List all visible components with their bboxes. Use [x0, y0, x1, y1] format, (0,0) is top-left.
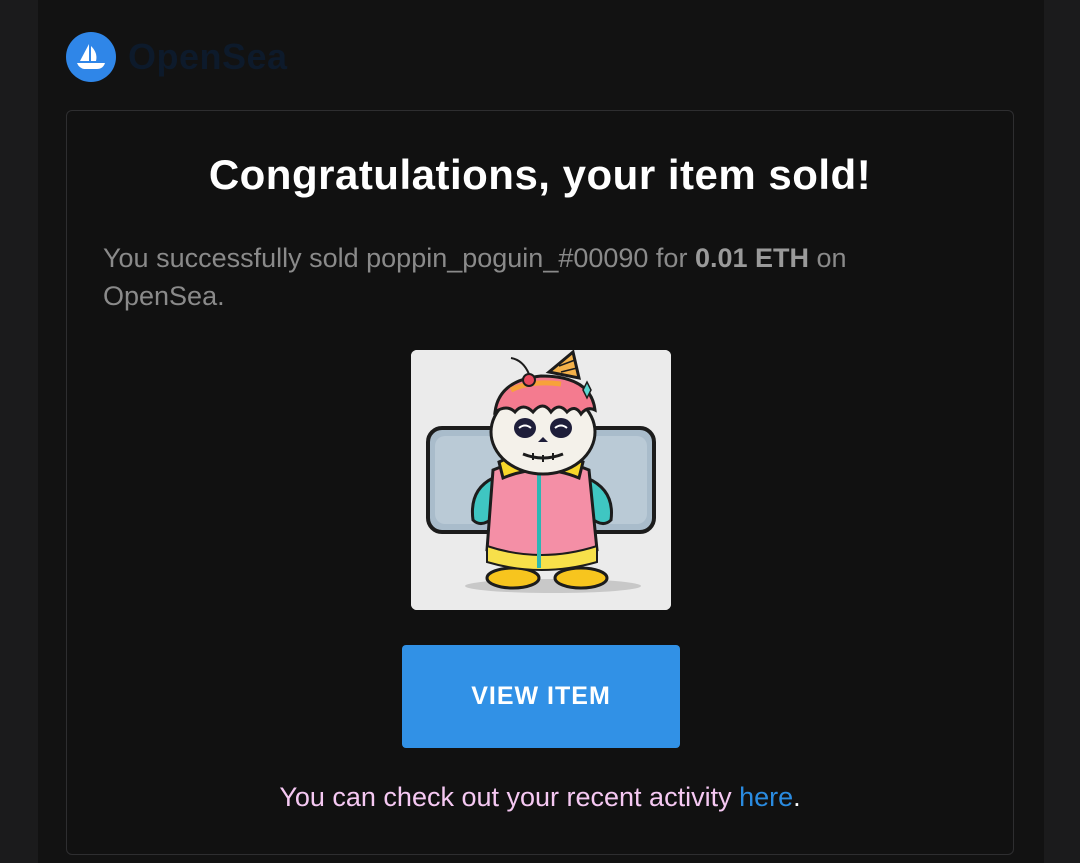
sale-price: 0.01 ETH — [694, 243, 810, 273]
sale-message: You successfully sold poppin_poguin_#000… — [103, 239, 973, 315]
sailboat-icon — [66, 32, 116, 82]
card-title: Congratulations, your item sold! — [208, 151, 872, 198]
activity-link[interactable]: here — [739, 782, 793, 812]
sale-notification-card: Congratulations, your item sold! You suc… — [66, 110, 1014, 855]
footer-period: . — [793, 782, 801, 812]
message-prefix: You successfully sold poppin_poguin_#000… — [103, 243, 695, 273]
nft-thumbnail[interactable] — [411, 350, 671, 610]
brand-header[interactable]: OpenSea — [66, 32, 288, 82]
footer-text: You can check out your recent activity — [279, 782, 740, 812]
brand-name: OpenSea — [128, 36, 288, 77]
view-item-button[interactable]: VIEW ITEM — [402, 645, 680, 748]
footer-message: You can check out your recent activity h… — [67, 782, 1013, 813]
email-page: OpenSea Congratulations, your item sold!… — [38, 0, 1044, 863]
